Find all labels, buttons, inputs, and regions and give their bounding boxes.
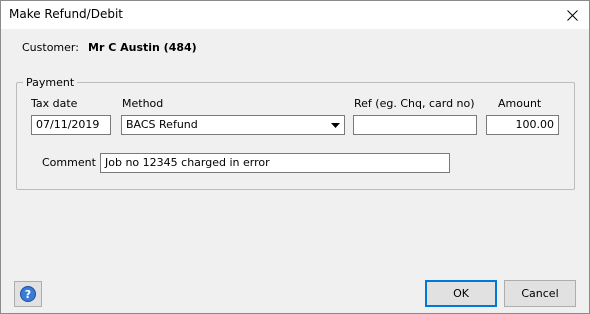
customer-label: Customer: [22, 41, 79, 54]
close-button[interactable] [555, 1, 589, 29]
ref-field[interactable] [353, 115, 477, 135]
help-button[interactable]: ? [14, 281, 42, 307]
dialog-window: Make Refund/Debit Customer: Mr C Austin … [0, 0, 590, 314]
tax-date-field[interactable]: 07/11/2019 [31, 115, 111, 135]
method-select[interactable]: BACS Refund [121, 115, 345, 135]
close-icon [566, 9, 578, 21]
comment-label: Comment [42, 156, 96, 169]
payment-groupbox [16, 82, 575, 190]
cancel-button[interactable]: Cancel [504, 280, 576, 307]
title-bar: Make Refund/Debit [1, 1, 589, 29]
chevron-down-icon[interactable] [327, 116, 344, 134]
window-title: Make Refund/Debit [9, 7, 123, 21]
amount-label: Amount [498, 97, 542, 110]
ok-button[interactable]: OK [425, 280, 497, 307]
svg-text:?: ? [25, 288, 31, 301]
help-icon: ? [20, 286, 36, 302]
amount-field[interactable]: 100.00 [486, 115, 559, 135]
payment-group-label: Payment [23, 76, 78, 89]
tax-date-label: Tax date [31, 97, 78, 110]
method-selected-value: BACS Refund [126, 118, 198, 131]
method-label: Method [122, 97, 164, 110]
ref-label: Ref (eg. Chq, card no) [354, 97, 475, 110]
customer-value: Mr C Austin (484) [88, 41, 197, 54]
comment-field[interactable]: Job no 12345 charged in error [100, 153, 450, 173]
